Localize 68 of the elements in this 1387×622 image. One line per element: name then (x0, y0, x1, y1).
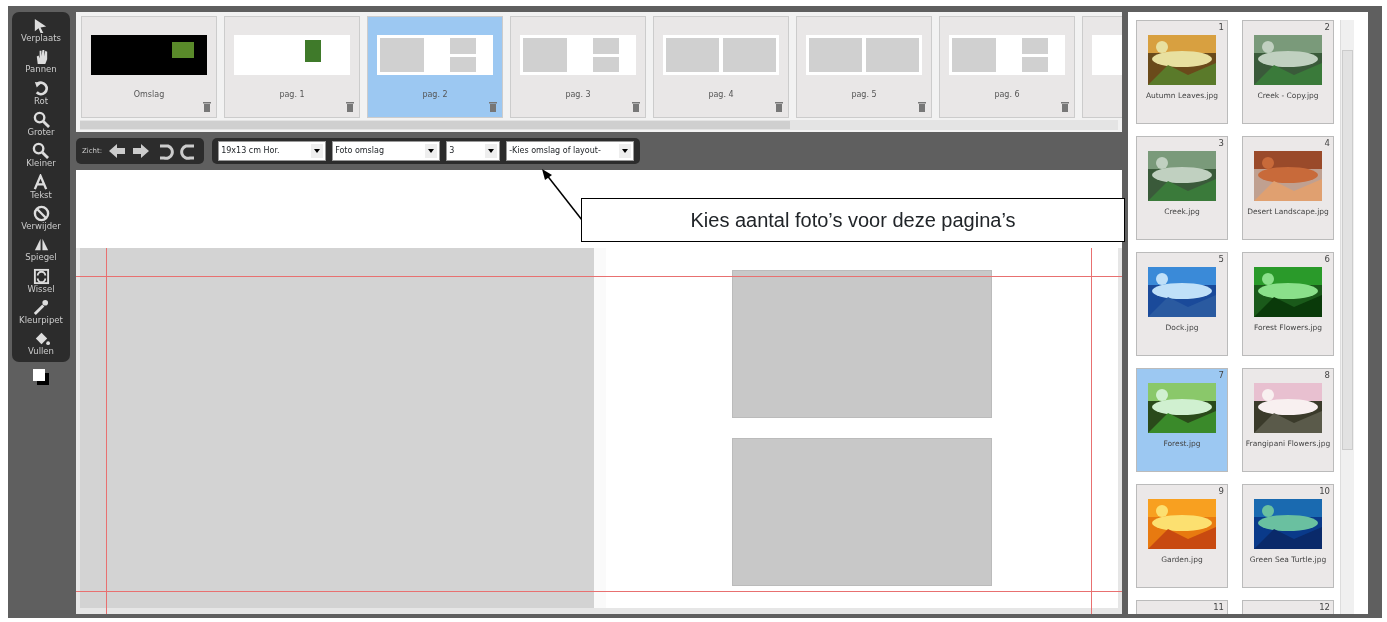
trash-icon[interactable] (1061, 102, 1069, 112)
zoom-icon (32, 111, 50, 129)
photo-number: 7 (1218, 369, 1224, 382)
tool-button[interactable]: Kleurpipet (18, 298, 64, 327)
arrow-right-icon[interactable] (132, 142, 151, 160)
caret-icon (314, 149, 321, 153)
trash-icon[interactable] (489, 102, 497, 112)
photo-number: 2 (1324, 21, 1330, 34)
photo-number: 10 (1319, 485, 1330, 498)
forbidden-icon (32, 205, 50, 223)
page-card[interactable]: pag. 4 (653, 16, 789, 118)
page-label: pag. 1 (279, 89, 305, 101)
photo-number: 3 (1218, 137, 1224, 150)
dropdown[interactable]: 3 (446, 141, 501, 161)
tool-button[interactable]: Tekst (29, 172, 53, 202)
trash-icon[interactable] (775, 102, 783, 112)
zoom-icon (32, 142, 50, 160)
trash-icon[interactable] (632, 102, 640, 112)
page-label: pag. 2 (422, 89, 448, 101)
page-label: pag. 5 (851, 89, 877, 101)
page-card[interactable]: pag. 1 (224, 16, 360, 118)
tool-button[interactable]: Wissel (26, 266, 56, 296)
page-card[interactable]: pag. 2 (367, 16, 503, 118)
page-label: pag. 6 (994, 89, 1020, 101)
caret-icon (622, 149, 629, 153)
color-swatch-icon[interactable] (32, 367, 50, 386)
dropdown[interactable]: -Kies omslag of layout- (506, 141, 635, 161)
tool-button[interactable]: Groter (26, 110, 56, 139)
photo-number: 9 (1218, 485, 1224, 498)
photo-number: 11 (1213, 601, 1224, 614)
tool-button[interactable]: Pannen (24, 47, 58, 76)
tool-button[interactable]: Kleiner (25, 141, 57, 170)
tool-button[interactable]: Verwijder (20, 204, 62, 233)
caret-icon (488, 149, 495, 153)
arrow-left-icon[interactable] (108, 142, 127, 160)
page-card[interactable]: pag. 5 (796, 16, 932, 118)
trash-icon[interactable] (918, 102, 926, 112)
photo-number: 8 (1324, 369, 1330, 382)
page-label: Omslag (133, 89, 165, 101)
callout-arrow (540, 168, 584, 222)
dropdown[interactable]: 19x13 cm Hor. (218, 141, 327, 161)
photo-number: 12 (1319, 601, 1330, 614)
trash-icon[interactable] (346, 102, 354, 112)
page-label: pag. 4 (708, 89, 734, 101)
swap-icon (32, 267, 50, 285)
vertical-scrollbar[interactable] (1340, 20, 1354, 614)
rotate-icon (32, 79, 50, 97)
callout-text: Kies aantal foto’s voor deze pagina’s (581, 198, 1125, 242)
text-icon (32, 173, 50, 191)
tool-button[interactable]: Rot (31, 78, 51, 108)
dropdown[interactable]: Foto omslag (332, 141, 441, 161)
page-card[interactable]: Omslag (81, 16, 217, 118)
page-label: pag. 3 (565, 89, 591, 101)
trash-icon[interactable] (203, 102, 211, 112)
page-card[interactable]: pag. 3 (510, 16, 646, 118)
photo-card[interactable]: 12 (1242, 600, 1334, 614)
tool-button[interactable]: Spiegel (24, 235, 58, 264)
photo-number: 6 (1324, 253, 1330, 266)
tool-button[interactable]: Vullen (27, 329, 55, 358)
photo-number: 5 (1218, 253, 1224, 266)
photo-card[interactable]: 11 (1136, 600, 1228, 614)
tool-button[interactable]: Verplaats (20, 16, 62, 45)
page-card[interactable]: pag. 6 (939, 16, 1075, 118)
horizontal-scrollbar[interactable] (80, 120, 1118, 130)
caret-icon (428, 149, 435, 153)
pipette-icon (32, 299, 50, 317)
photo-number: 4 (1324, 137, 1330, 150)
photo-number: 1 (1218, 21, 1224, 34)
